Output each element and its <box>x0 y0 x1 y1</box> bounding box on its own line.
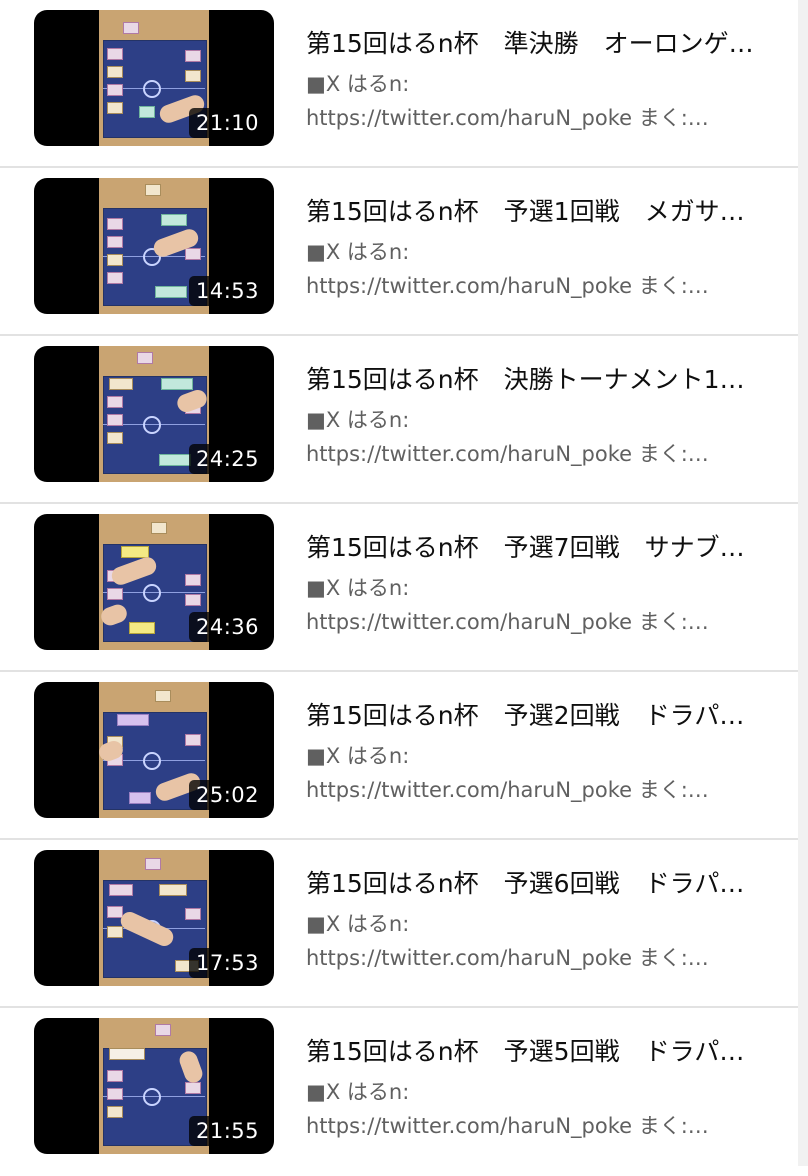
video-title[interactable]: 第15回はるn杯 予選7回戦 サナブ… <box>306 528 766 564</box>
duration-badge: 21:10 <box>188 108 266 138</box>
video-item[interactable]: 21:55 第15回はるn杯 予選5回戦 ドラパ… ■X はるn: https:… <box>0 1008 798 1176</box>
duration-badge: 21:55 <box>188 1116 266 1146</box>
video-item[interactable]: 14:53 第15回はるn杯 予選1回戦 メガサ… ■X はるn: https:… <box>0 168 798 336</box>
video-title[interactable]: 第15回はるn杯 予選2回戦 ドラパ… <box>306 696 766 732</box>
video-description-line2: https://twitter.com/haruN_poke まく:… <box>306 274 709 298</box>
video-description-line1: ■X はるn: <box>306 408 410 432</box>
video-item[interactable]: 24:36 第15回はるn杯 予選7回戦 サナブ… ■X はるn: https:… <box>0 504 798 672</box>
video-list: 21:10 第15回はるn杯 準決勝 オーロンゲ… ■X はるn: https:… <box>0 0 798 1176</box>
video-item[interactable]: 17:53 第15回はるn杯 予選6回戦 ドラパ… ■X はるn: https:… <box>0 840 798 1008</box>
video-title[interactable]: 第15回はるn杯 予選5回戦 ドラパ… <box>306 1032 766 1068</box>
video-title[interactable]: 第15回はるn杯 予選1回戦 メガサ… <box>306 192 766 228</box>
video-description-line2: https://twitter.com/haruN_poke まく:… <box>306 610 709 634</box>
video-thumbnail[interactable]: 21:55 <box>34 1018 274 1154</box>
video-item[interactable]: 21:10 第15回はるn杯 準決勝 オーロンゲ… ■X はるn: https:… <box>0 0 798 168</box>
video-item[interactable]: 24:25 第15回はるn杯 決勝トーナメント1… ■X はるn: https:… <box>0 336 798 504</box>
video-description-line1: ■X はるn: <box>306 912 410 936</box>
video-description-line1: ■X はるn: <box>306 240 410 264</box>
duration-badge: 24:36 <box>188 612 266 642</box>
video-description-line2: https://twitter.com/haruN_poke まく:… <box>306 106 709 130</box>
video-title[interactable]: 第15回はるn杯 準決勝 オーロンゲ… <box>306 24 766 60</box>
video-title[interactable]: 第15回はるn杯 予選6回戦 ドラパ… <box>306 864 766 900</box>
video-description-line1: ■X はるn: <box>306 744 410 768</box>
scrollbar[interactable] <box>798 0 808 1166</box>
video-description-line2: https://twitter.com/haruN_poke まく:… <box>306 778 709 802</box>
video-thumbnail[interactable]: 24:36 <box>34 514 274 650</box>
video-thumbnail[interactable]: 17:53 <box>34 850 274 986</box>
video-description-line2: https://twitter.com/haruN_poke まく:… <box>306 1114 709 1138</box>
video-description-line1: ■X はるn: <box>306 72 410 96</box>
video-thumbnail[interactable]: 24:25 <box>34 346 274 482</box>
video-description-line2: https://twitter.com/haruN_poke まく:… <box>306 442 709 466</box>
video-thumbnail[interactable]: 21:10 <box>34 10 274 146</box>
duration-badge: 25:02 <box>188 780 266 810</box>
video-description-line1: ■X はるn: <box>306 576 410 600</box>
video-description-line1: ■X はるn: <box>306 1080 410 1104</box>
duration-badge: 24:25 <box>188 444 266 474</box>
video-thumbnail[interactable]: 25:02 <box>34 682 274 818</box>
video-thumbnail[interactable]: 14:53 <box>34 178 274 314</box>
video-title[interactable]: 第15回はるn杯 決勝トーナメント1… <box>306 360 766 396</box>
duration-badge: 14:53 <box>188 276 266 306</box>
video-item[interactable]: 25:02 第15回はるn杯 予選2回戦 ドラパ… ■X はるn: https:… <box>0 672 798 840</box>
video-description-line2: https://twitter.com/haruN_poke まく:… <box>306 946 709 970</box>
duration-badge: 17:53 <box>188 948 266 978</box>
